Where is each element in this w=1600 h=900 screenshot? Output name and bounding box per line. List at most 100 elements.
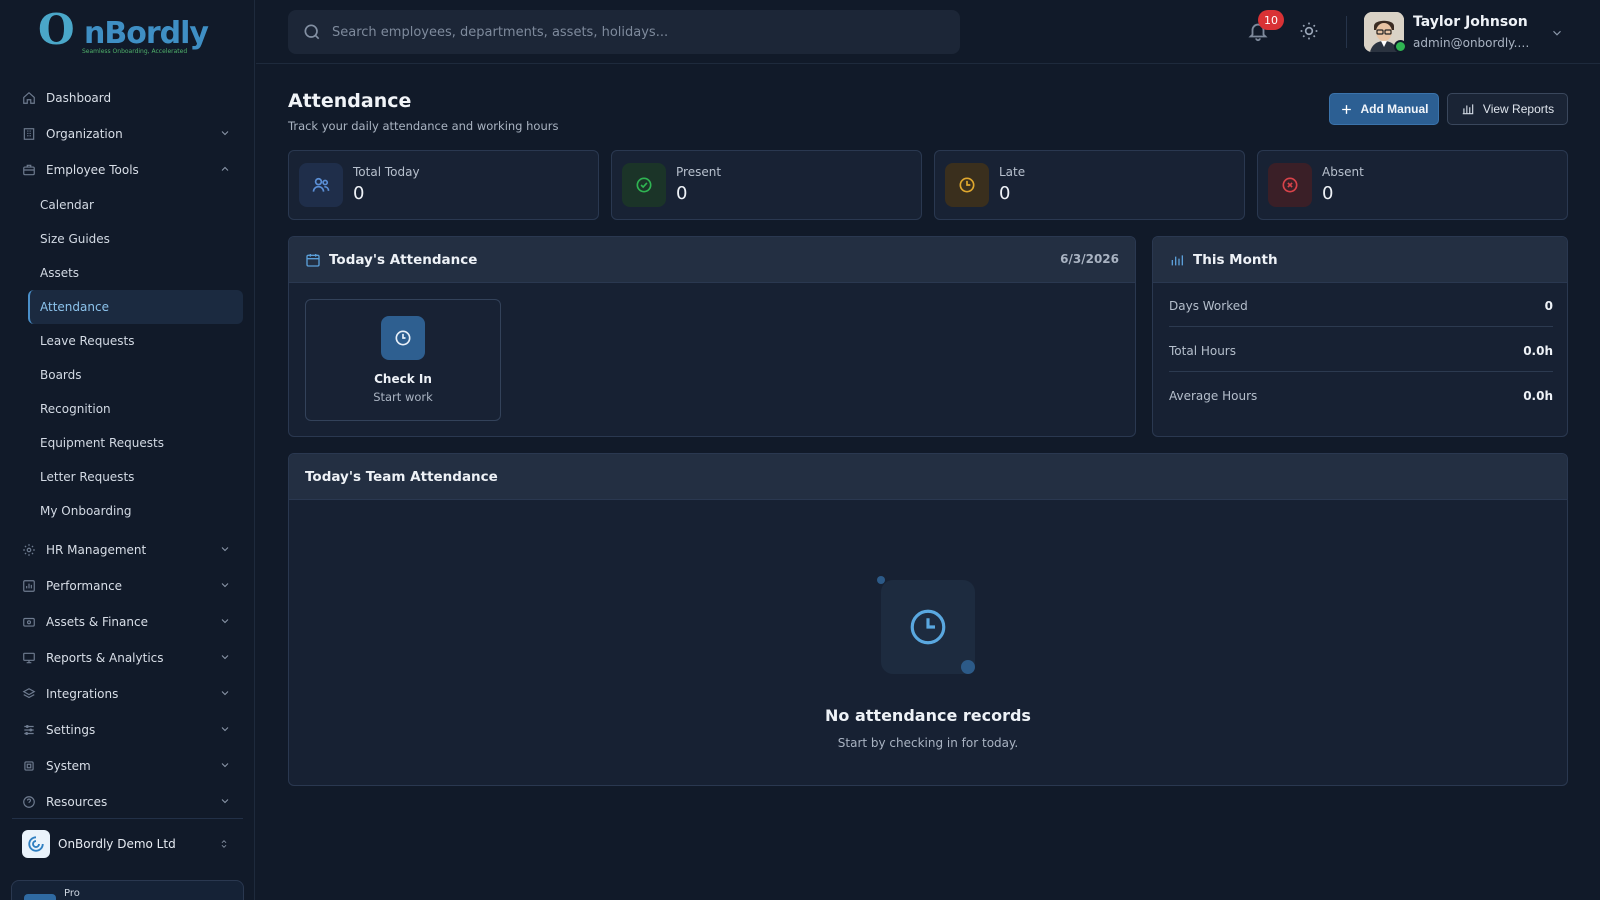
clock-icon [381,316,425,360]
sidebar-item-settings[interactable]: Settings [12,712,243,748]
stat-label: Late [999,165,1026,179]
chevron-down-icon [219,651,231,663]
view-reports-label: View Reports [1482,102,1555,116]
todays-attendance-card: Today's Attendance 6/3/2026 Check In Sta… [288,236,1136,437]
page-subtitle: Track your daily attendance and working … [288,119,559,133]
top-bar: 10 Taylor Johnson admin@onbordly.de... [256,0,1600,64]
employee-tools-submenu: Calendar Size Guides Assets Attendance L… [12,188,243,528]
chevron-down-icon [219,615,231,627]
plan-label: Pro [64,888,80,899]
month-row-label: Average Hours [1169,389,1258,403]
sidebar-item-dashboard[interactable]: Dashboard [12,80,243,116]
sidebar-item-label: Dashboard [46,91,112,105]
sidebar-item-my-onboarding[interactable]: My Onboarding [28,494,243,528]
card-title: Today's Attendance [329,251,478,268]
sidebar-item-performance[interactable]: Performance [12,568,243,604]
sidebar-item-calendar[interactable]: Calendar [28,188,243,222]
check-circle-icon [622,163,666,207]
divider [1346,16,1347,48]
sidebar-item-letter-requests[interactable]: Letter Requests [28,460,243,494]
chevron-down-icon [219,723,231,735]
stat-label: Absent [1322,165,1364,179]
sidebar-item-label: Settings [46,723,96,737]
stat-card-present: Present 0 [611,150,922,220]
briefcase-icon [22,163,36,177]
sidebar-item-leave-requests[interactable]: Leave Requests [28,324,243,358]
users-icon [299,163,343,207]
card-title: Today's Team Attendance [305,468,498,485]
chevron-updown-icon [219,838,229,850]
stat-value: 0 [1322,183,1334,204]
sidebar-item-assets-finance[interactable]: Assets & Finance [12,604,243,640]
sidebar-item-organization[interactable]: Organization [12,116,243,152]
logo-mark: O [38,5,75,54]
sidebar-item-label: HR Management [46,543,147,557]
add-manual-button[interactable]: Add Manual [1329,93,1439,125]
user-name[interactable]: Taylor Johnson [1413,14,1528,30]
users-cog-icon [22,543,36,557]
view-reports-button[interactable]: View Reports [1447,93,1568,125]
stat-card-late: Late 0 [934,150,1245,220]
chevron-down-icon [219,127,231,139]
building-icon [22,127,36,141]
this-month-card: This Month Days Worked 0 Total Hours 0.0… [1152,236,1568,437]
sun-icon[interactable] [1299,21,1319,41]
report-icon [22,651,36,665]
sidebar-item-label: Performance [46,579,123,593]
check-in-button[interactable]: Check In Start work [305,299,501,421]
stat-value: 0 [353,183,365,204]
home-icon [22,91,36,105]
sidebar-item-system[interactable]: System [12,748,243,784]
chevron-down-icon [219,687,231,699]
chevron-down-icon[interactable] [1550,26,1564,40]
onbordly-logo[interactable]: O nBordly Seamless Onboarding, Accelerat… [38,5,209,56]
team-attendance-card: Today's Team Attendance No attendance re… [288,453,1568,786]
month-row-value: 0 [1544,299,1553,313]
sidebar-nav: Dashboard Organization Employee Tools Ca… [12,80,243,820]
chevron-down-icon [219,579,231,591]
sidebar-item-label: Organization [46,127,123,141]
check-in-label: Check In [374,372,432,386]
search-input[interactable] [332,24,932,40]
month-row-average-hours: Average Hours 0.0h [1169,373,1553,417]
sidebar-item-reports-analytics[interactable]: Reports & Analytics [12,640,243,676]
chevron-up-icon [219,163,231,175]
organization-switcher[interactable]: OnBordly Demo Ltd [12,818,243,868]
clock-icon [945,163,989,207]
month-row-total-hours: Total Hours 0.0h [1169,328,1553,372]
bar-chart-icon [1461,102,1475,116]
add-manual-label: Add Manual [1360,102,1429,116]
sidebar-item-resources[interactable]: Resources [12,784,243,820]
month-row-label: Days Worked [1169,299,1248,313]
month-row-label: Total Hours [1169,344,1236,358]
stat-label: Total Today [353,165,420,179]
help-icon [22,795,36,809]
empty-state-subtitle: Start by checking in for today. [837,736,1019,750]
sidebar-item-label: Employee Tools [46,163,139,177]
month-row-value: 0.0h [1523,344,1553,358]
sidebar-item-attendance[interactable]: Attendance [28,290,243,324]
sliders-icon [22,723,36,737]
sidebar-item-recognition[interactable]: Recognition [28,392,243,426]
search-icon [302,22,322,42]
sidebar-item-boards[interactable]: Boards [28,358,243,392]
plan-card[interactable]: Pro [11,880,244,900]
sidebar-item-integrations[interactable]: Integrations [12,676,243,712]
global-search[interactable] [288,10,960,54]
sidebar-item-equipment-requests[interactable]: Equipment Requests [28,426,243,460]
stat-card-total-today: Total Today 0 [288,150,599,220]
stat-value: 0 [676,183,688,204]
sidebar-item-size-guides[interactable]: Size Guides [28,222,243,256]
stat-value: 0 [999,183,1011,204]
sidebar-item-hr-management[interactable]: HR Management [12,532,243,568]
calendar-icon [305,252,321,268]
sidebar-item-assets[interactable]: Assets [28,256,243,290]
decorative-dot [961,660,975,674]
chevron-down-icon [219,759,231,771]
sidebar-item-employee-tools[interactable]: Employee Tools [12,152,243,188]
layers-icon [22,687,36,701]
card-title: This Month [1193,251,1278,268]
card-header: Today's Team Attendance [289,454,1567,500]
sidebar-item-label: Reports & Analytics [46,651,164,665]
online-status-indicator [1394,40,1407,53]
